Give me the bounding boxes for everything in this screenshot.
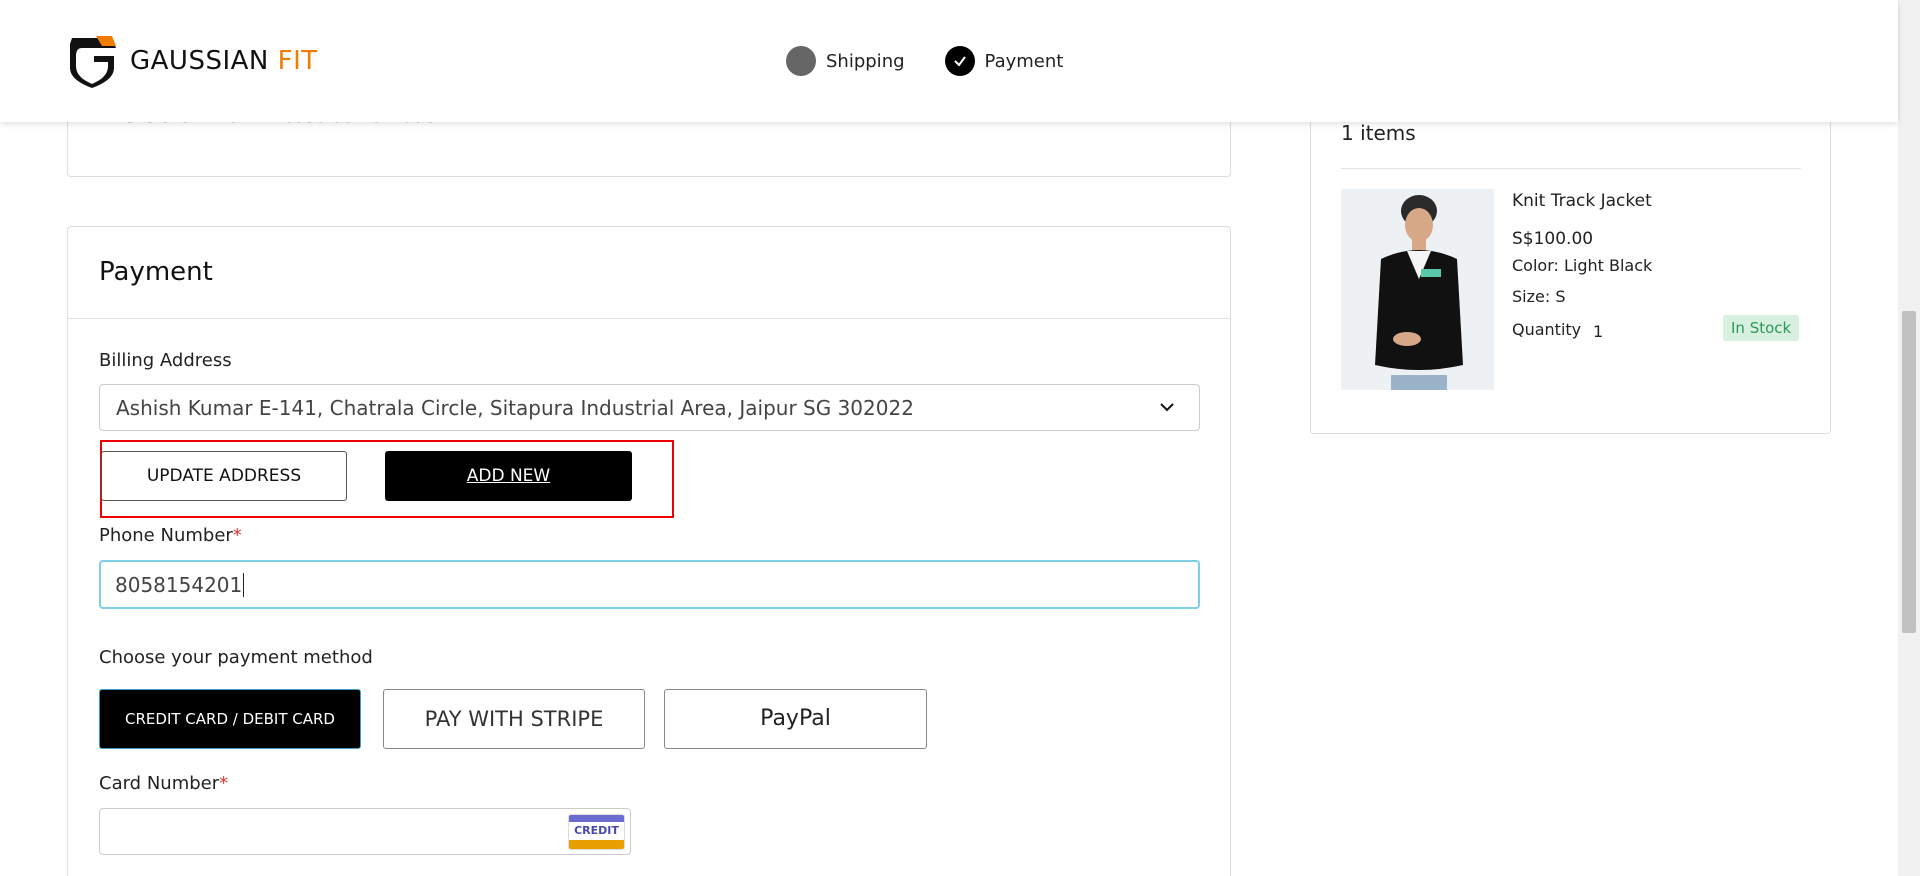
card-number-label: Card Number* <box>99 773 228 794</box>
product-size: Size: S <box>1512 287 1566 306</box>
quantity-value: 1 <box>1593 322 1604 341</box>
payment-card: Payment Billing Address Ashish Kumar E-1… <box>67 226 1231 876</box>
update-address-button[interactable]: UPDATE ADDRESS <box>101 451 347 501</box>
product-image <box>1341 189 1494 390</box>
chevron-down-icon <box>1160 403 1174 412</box>
credit-badge-text: CREDIT <box>574 824 619 837</box>
billing-address-select[interactable]: Ashish Kumar E-141, Chatrala Circle, Sit… <box>99 384 1200 431</box>
product-color: Color: Light Black <box>1512 256 1653 275</box>
card-number-input[interactable]: CREDIT <box>99 808 631 855</box>
site-header: GAUSSIAN FIT Shipping Payment <box>0 0 1898 122</box>
stock-badge: In Stock <box>1723 315 1800 341</box>
divider <box>1341 168 1801 169</box>
product-price: S$100.00 <box>1512 229 1594 249</box>
scrollbar-thumb[interactable] <box>1902 311 1916 633</box>
divider <box>68 318 1230 319</box>
step-dot-icon <box>786 46 816 76</box>
text-caret <box>243 573 245 597</box>
logo-mark-icon <box>70 36 116 88</box>
phone-number-label: Phone Number* <box>99 525 242 546</box>
brand-name-accent: FIT <box>277 46 318 76</box>
checkout-steps: Shipping Payment <box>786 46 1103 76</box>
payment-method-label: Choose your payment method <box>99 647 373 668</box>
billing-address-label: Billing Address <box>99 350 232 371</box>
phone-number-value: 8058154201 <box>115 573 243 597</box>
step-shipping[interactable]: Shipping <box>786 46 905 76</box>
page-scrollbar[interactable] <box>1898 0 1920 876</box>
required-mark: * <box>232 525 242 546</box>
add-new-address-button[interactable]: ADD NEW <box>385 451 632 501</box>
step-payment-label: Payment <box>984 50 1064 72</box>
paypal-option[interactable]: PayPal <box>664 689 927 749</box>
credit-debit-card-option[interactable]: CREDIT CARD / DEBIT CARD <box>99 689 361 749</box>
product-name[interactable]: Knit Track Jacket <box>1512 191 1652 211</box>
phone-number-input[interactable]: 8058154201 <box>99 560 1200 609</box>
brand-name-main: GAUSSIAN <box>130 46 269 76</box>
billing-address-value: Ashish Kumar E-141, Chatrala Circle, Sit… <box>116 396 914 420</box>
card-number-label-text: Card Number <box>99 773 220 794</box>
step-payment[interactable]: Payment <box>944 46 1064 76</box>
credit-card-icon: CREDIT <box>568 814 625 850</box>
step-shipping-label: Shipping <box>826 50 905 72</box>
payment-title: Payment <box>99 257 213 287</box>
item-count: 1 items <box>1341 121 1416 145</box>
checkout-page: This is a Gift item. Please do not touch… <box>0 0 1920 876</box>
phone-number-label-text: Phone Number <box>99 525 233 546</box>
quantity-label: Quantity <box>1512 320 1582 339</box>
checkmark-icon <box>944 46 975 76</box>
brand-name: GAUSSIAN FIT <box>130 46 318 76</box>
brand-logo[interactable]: GAUSSIAN FIT <box>66 34 318 88</box>
required-mark: * <box>219 773 229 794</box>
pay-with-stripe-option[interactable]: PAY WITH STRIPE <box>383 689 645 749</box>
